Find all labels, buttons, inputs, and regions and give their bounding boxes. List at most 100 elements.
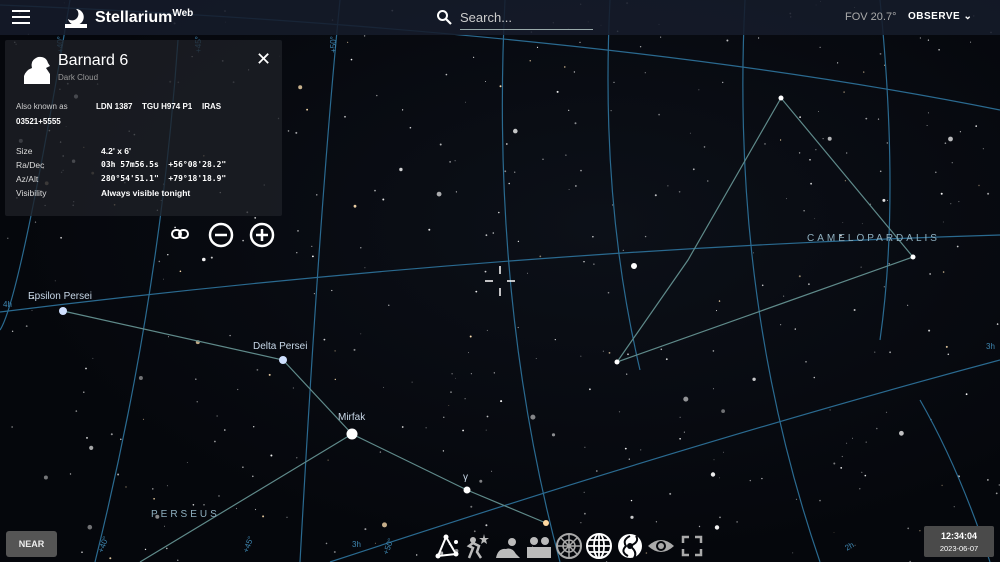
landscape-icon[interactable] xyxy=(525,532,553,560)
star xyxy=(486,329,488,331)
star[interactable] xyxy=(614,359,620,365)
star xyxy=(166,485,168,487)
star xyxy=(34,221,37,223)
object-type: Dark Cloud xyxy=(58,73,99,82)
star[interactable] xyxy=(910,254,916,260)
star-label[interactable]: Epsilon Persei xyxy=(28,291,92,302)
star xyxy=(409,126,412,129)
star xyxy=(863,71,865,73)
star xyxy=(579,41,581,44)
star xyxy=(780,139,782,141)
visibility-value: Always visible tonight xyxy=(101,188,191,198)
near-button[interactable]: NEAR xyxy=(6,531,57,557)
star xyxy=(703,146,706,148)
star xyxy=(956,245,959,248)
star-epsilon-persei[interactable] xyxy=(59,307,67,315)
star xyxy=(498,211,500,214)
star xyxy=(344,115,346,118)
star xyxy=(428,228,431,231)
star xyxy=(749,479,751,482)
star xyxy=(535,358,537,359)
star xyxy=(554,339,556,341)
star xyxy=(117,473,120,476)
star xyxy=(311,245,313,247)
star-label[interactable]: γ xyxy=(463,472,468,483)
link-icon[interactable] xyxy=(170,226,190,242)
star xyxy=(827,136,832,141)
star xyxy=(679,438,681,440)
star xyxy=(508,182,511,185)
star xyxy=(719,477,720,479)
star xyxy=(468,352,469,354)
star xyxy=(416,554,418,556)
star xyxy=(167,254,169,256)
constellation-lines-icon[interactable] xyxy=(432,532,460,560)
star xyxy=(840,467,843,469)
deep-sky-objects-icon[interactable] xyxy=(616,532,644,560)
star xyxy=(864,474,867,477)
star xyxy=(907,527,910,530)
star xyxy=(425,427,427,429)
star xyxy=(692,168,695,171)
star xyxy=(195,378,197,381)
star[interactable] xyxy=(631,263,637,269)
star xyxy=(485,429,487,431)
star xyxy=(402,109,404,111)
date-time-button[interactable]: 12:34:04 2023-06-07 xyxy=(924,526,994,557)
star xyxy=(196,401,198,403)
stellarium-logo-icon xyxy=(65,9,87,28)
star-delta-persei[interactable] xyxy=(279,356,287,364)
star[interactable] xyxy=(543,520,549,526)
star xyxy=(110,433,113,436)
radec-label: Ra/Dec xyxy=(16,160,45,170)
star xyxy=(296,457,298,459)
aka-name: IRAS xyxy=(202,102,222,111)
star xyxy=(574,122,577,125)
star xyxy=(982,148,984,150)
azimuthal-grid-icon[interactable] xyxy=(555,532,583,560)
star xyxy=(399,167,403,172)
equatorial-grid-icon[interactable] xyxy=(585,532,613,560)
star xyxy=(889,351,891,354)
object-title: Barnard 6 xyxy=(58,52,129,69)
fullscreen-icon[interactable] xyxy=(678,532,706,560)
radec-value: 03h 57m56.5s +56°08'28.2" xyxy=(101,160,227,169)
close-icon[interactable]: ✕ xyxy=(256,49,271,70)
star xyxy=(583,261,585,263)
menu-button[interactable] xyxy=(12,10,30,24)
star xyxy=(927,39,930,41)
star xyxy=(268,373,271,376)
star xyxy=(669,492,672,495)
star xyxy=(475,290,478,293)
search-input[interactable] xyxy=(460,6,593,30)
star xyxy=(879,53,882,55)
atmosphere-icon[interactable] xyxy=(494,532,522,560)
star xyxy=(808,283,810,286)
search-icon[interactable] xyxy=(436,9,452,25)
star-label[interactable]: Mirfak xyxy=(338,412,365,423)
star xyxy=(7,237,9,239)
zoom-in-icon[interactable] xyxy=(249,222,275,248)
star xyxy=(584,446,586,448)
constellation-label: CAMELOPARDALIS xyxy=(807,233,940,244)
star xyxy=(722,81,724,84)
star xyxy=(382,522,387,528)
star xyxy=(608,352,611,354)
star[interactable] xyxy=(778,95,784,101)
star xyxy=(665,358,668,361)
star xyxy=(382,198,385,201)
star xyxy=(256,369,259,371)
star xyxy=(723,451,724,453)
star xyxy=(347,41,349,44)
eye-icon[interactable] xyxy=(647,532,675,560)
star-gamma-persei[interactable] xyxy=(463,486,471,494)
star-mirfak[interactable] xyxy=(346,428,358,440)
star-label[interactable]: Delta Persei xyxy=(253,341,307,352)
star xyxy=(448,405,450,406)
star xyxy=(929,273,931,275)
star xyxy=(818,111,819,112)
zoom-out-icon[interactable] xyxy=(208,222,234,248)
observe-menu-button[interactable]: OBSERVE ⌄ xyxy=(908,11,972,22)
constellation-art-icon[interactable] xyxy=(463,532,491,560)
fov-readout: FOV 20.7° xyxy=(845,11,897,23)
